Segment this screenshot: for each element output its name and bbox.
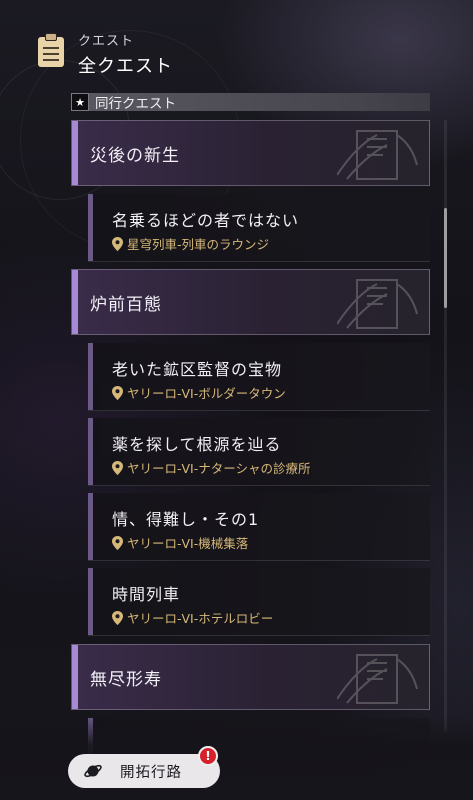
emblem-icon (337, 130, 418, 180)
quest-list: ★ 同行クエスト 災後の新生 名乗るほどの者ではない 星穹列車-列車のラウンジ … (0, 0, 473, 800)
quest-item[interactable]: 老いた鉱区監督の宝物 ヤリーロ-VI-ボルダータウン (88, 343, 430, 411)
quest-name: 老いた鉱区監督の宝物 (112, 360, 283, 379)
quest-location: ヤリーロ-VI-ナターシャの診療所 (112, 458, 311, 477)
chapter-title: 無尽形寿 (90, 669, 162, 690)
star-icon: ★ (71, 93, 89, 111)
quest-location-text: ヤリーロ-VI-機械集落 (127, 536, 249, 551)
chapter-header[interactable]: 無尽形寿 (71, 644, 430, 710)
location-pin-icon (112, 535, 123, 550)
planet-icon (84, 764, 102, 778)
quest-name: 薬を探して根源を辿る (112, 435, 282, 454)
trailblaze-path-label: 開拓行路 (120, 764, 182, 781)
chapter-header[interactable]: 炉前百態 (71, 269, 430, 335)
location-pin-icon (112, 610, 123, 625)
quest-name: 情、得難し・その1 (112, 510, 260, 529)
quest-item[interactable]: 時間列車 ヤリーロ-VI-ホテルロビー (88, 568, 430, 636)
quest-item[interactable]: 薬を探して根源を辿る ヤリーロ-VI-ナターシャの診療所 (88, 418, 430, 486)
quest-item[interactable]: 名乗るほどの者ではない 星穹列車-列車のラウンジ (88, 194, 430, 262)
quest-location-text: ヤリーロ-VI-ナターシャの診療所 (127, 461, 311, 476)
trailblaze-path-button[interactable]: 開拓行路 (68, 754, 220, 788)
chapter-title: 炉前百態 (90, 294, 162, 315)
location-pin-icon (112, 460, 123, 475)
quest-location: ヤリーロ-VI-ホテルロビー (112, 608, 273, 627)
quest-name: 名乗るほどの者ではない (112, 211, 300, 230)
quest-location-text: ヤリーロ-VI-ボルダータウン (127, 386, 286, 401)
scrollbar-thumb[interactable] (444, 208, 447, 308)
quest-location: 星穹列車-列車のラウンジ (112, 234, 269, 253)
quest-location-text: 星穹列車-列車のラウンジ (127, 237, 270, 252)
bottom-fade (0, 716, 473, 800)
quest-location: ヤリーロ-VI-機械集落 (112, 533, 248, 552)
location-pin-icon (112, 385, 123, 400)
chapter-header[interactable]: 災後の新生 (71, 120, 430, 186)
chapter-title: 災後の新生 (90, 145, 180, 166)
section-label: 同行クエスト (95, 96, 176, 112)
quest-name: 時間列車 (112, 585, 181, 604)
emblem-icon (337, 654, 418, 704)
quest-location-text: ヤリーロ-VI-ホテルロビー (127, 611, 274, 626)
alert-badge: ! (198, 746, 218, 766)
quest-location: ヤリーロ-VI-ボルダータウン (112, 383, 286, 402)
location-pin-icon (112, 236, 123, 251)
quest-item[interactable]: 情、得難し・その1 ヤリーロ-VI-機械集落 (88, 493, 430, 561)
section-companion-quests: ★ 同行クエスト (71, 93, 430, 112)
emblem-icon (337, 279, 418, 329)
